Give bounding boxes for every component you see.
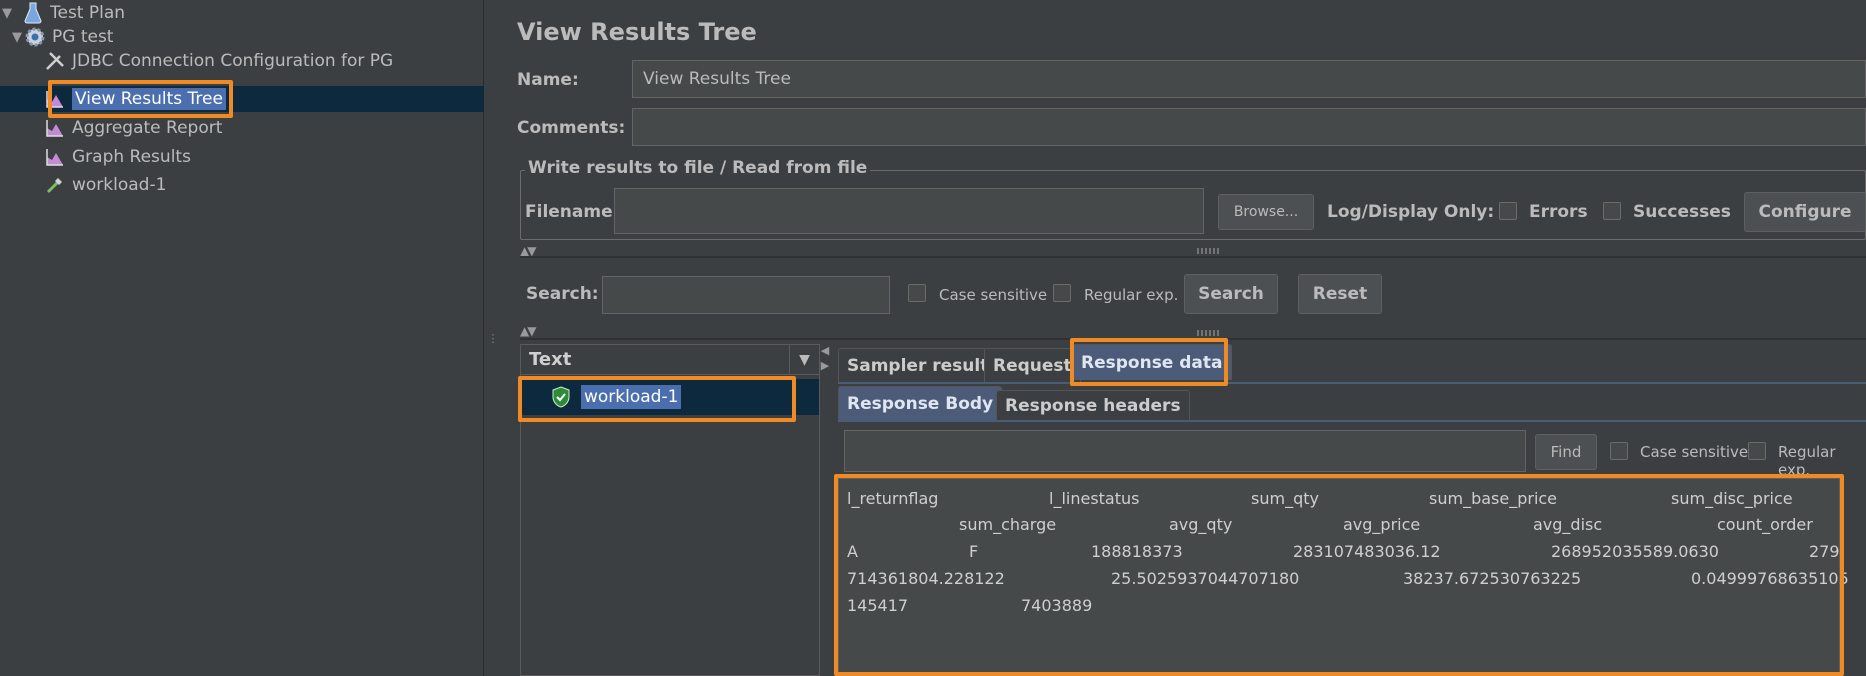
response-cell: count_order xyxy=(1717,515,1813,534)
tab-sampler-result[interactable]: Sampler result xyxy=(838,348,998,382)
flask-icon xyxy=(22,2,44,24)
divider xyxy=(520,256,1866,258)
response-cell: F xyxy=(969,542,979,561)
success-shield-icon xyxy=(549,385,573,409)
find-input[interactable] xyxy=(844,430,1526,472)
response-cell: A xyxy=(847,542,858,561)
regex-checkbox[interactable] xyxy=(1053,284,1071,302)
search-label: Search: xyxy=(526,284,599,304)
chart-icon xyxy=(44,117,66,139)
response-cell: sum_charge xyxy=(959,515,1057,534)
tab-response-body[interactable]: Response Body xyxy=(838,386,1003,420)
find-regex-checkbox[interactable] xyxy=(1748,442,1766,460)
tree-item-jdbc-config[interactable]: JDBC Connection Configuration for PG xyxy=(44,48,393,74)
tree-item-label: Test Plan xyxy=(50,3,126,23)
response-cell: l_returnflag xyxy=(847,489,939,508)
response-cell: avg_qty xyxy=(1169,515,1233,534)
panel-title: View Results Tree xyxy=(517,18,757,46)
errors-checkbox[interactable] xyxy=(1499,202,1517,220)
find-case-sensitive-label: Case sensitive xyxy=(1640,443,1749,461)
response-cell: 0.04999768635105 xyxy=(1691,569,1849,588)
collapse-arrows-icon[interactable]: ▲▼ xyxy=(520,324,537,338)
response-cell: sum_base_price xyxy=(1429,489,1558,508)
response-cell: sum_qty xyxy=(1251,489,1319,508)
comments-field[interactable] xyxy=(632,108,1866,146)
response-cell: 188818373 xyxy=(1091,542,1183,561)
chart-icon xyxy=(44,146,66,168)
regex-label: Regular exp. xyxy=(1084,286,1179,304)
filename-field[interactable] xyxy=(614,188,1204,234)
tab-request[interactable]: Request xyxy=(984,348,1081,382)
response-cell: 7403889 xyxy=(1021,596,1093,615)
find-case-sensitive-checkbox[interactable] xyxy=(1610,442,1628,460)
sample-result-list: Text ▼ workload-1 xyxy=(520,344,820,676)
test-plan-tree: ▼ Test Plan ▼ PG test JDBC Connection Co… xyxy=(0,0,484,676)
response-cell: 145417 xyxy=(847,596,909,615)
search-input[interactable] xyxy=(602,276,890,314)
response-cell: sum_disc_price xyxy=(1671,489,1793,508)
find-regex-label: Regular exp. xyxy=(1778,443,1836,479)
log-display-label: Log/Display Only: xyxy=(1327,202,1495,222)
case-sensitive-label: Case sensitive xyxy=(939,286,1048,304)
tree-item-label: workload-1 xyxy=(72,175,167,195)
response-cell: avg_price xyxy=(1343,515,1421,534)
search-button[interactable]: Search xyxy=(1184,274,1278,314)
splitter-grip-icon[interactable] xyxy=(1197,248,1219,254)
errors-label: Errors xyxy=(1529,202,1588,222)
tree-item-workload-1[interactable]: workload-1 xyxy=(44,172,166,198)
tree-item-label: View Results Tree xyxy=(72,88,226,110)
tree-item-label: JDBC Connection Configuration for PG xyxy=(72,51,394,71)
response-cell: 25.5025937044707180 xyxy=(1111,569,1300,588)
response-cell: 279 xyxy=(1809,542,1840,561)
vertical-splitter[interactable]: ⋮ xyxy=(486,0,500,676)
case-sensitive-checkbox[interactable] xyxy=(908,284,926,302)
pipette-icon xyxy=(44,174,66,196)
chart-icon xyxy=(44,88,66,110)
sample-label: workload-1 xyxy=(581,385,682,409)
wrench-icon xyxy=(44,50,66,72)
tree-item-pg-test[interactable]: ▼ PG test xyxy=(10,24,113,50)
response-cell: 714361804.228122 xyxy=(847,569,1005,588)
dropdown-arrow-icon[interactable]: ▼ xyxy=(789,345,819,375)
successes-label: Successes xyxy=(1633,202,1731,222)
tab-underline xyxy=(838,420,1866,422)
divider xyxy=(520,338,1866,340)
tab-response-data[interactable]: Response data xyxy=(1072,344,1232,380)
tree-item-label: Graph Results xyxy=(72,147,191,167)
tab-underline xyxy=(838,382,1866,384)
splitter-grip-icon[interactable] xyxy=(1197,330,1219,336)
response-cell: 283107483036.12 xyxy=(1293,542,1441,561)
comments-label: Comments: xyxy=(517,118,626,138)
sample-row[interactable]: workload-1 xyxy=(521,379,819,415)
reset-button[interactable]: Reset xyxy=(1298,274,1382,314)
expand-toggle-icon[interactable]: ▼ xyxy=(0,6,14,21)
response-cell: l_linestatus xyxy=(1049,489,1140,508)
name-field[interactable]: View Results Tree xyxy=(632,60,1866,98)
configure-button[interactable]: Configure xyxy=(1744,192,1866,232)
gear-icon xyxy=(24,26,46,48)
tree-item-graph-results[interactable]: Graph Results xyxy=(44,144,191,170)
successes-checkbox[interactable] xyxy=(1603,202,1621,220)
filename-label: Filename xyxy=(525,202,613,222)
tree-item-label: Aggregate Report xyxy=(72,118,223,138)
name-label: Name: xyxy=(517,70,579,90)
renderer-selector[interactable]: Text ▼ xyxy=(521,345,819,375)
response-cell: 268952035589.0630 xyxy=(1551,542,1719,561)
expand-toggle-icon[interactable]: ▼ xyxy=(10,30,24,45)
response-body-text[interactable]: l_returnflag l_linestatus sum_qty sum_ba… xyxy=(838,478,1849,674)
tree-item-test-plan[interactable]: ▼ Test Plan xyxy=(0,0,125,26)
browse-button[interactable]: Browse... xyxy=(1218,194,1314,230)
tree-item-view-results-tree[interactable]: View Results Tree xyxy=(0,86,484,112)
result-splitter[interactable]: ◀ ▶ xyxy=(820,344,830,676)
response-cell: avg_disc xyxy=(1533,515,1603,534)
tree-item-aggregate-report[interactable]: Aggregate Report xyxy=(44,115,222,141)
tree-item-label: PG test xyxy=(52,27,114,47)
find-button[interactable]: Find xyxy=(1535,434,1597,470)
file-group-title: Write results to file / Read from file xyxy=(525,158,871,178)
tab-response-headers[interactable]: Response headers xyxy=(996,390,1190,420)
response-cell: 38237.672530763225 xyxy=(1403,569,1582,588)
renderer-label: Text xyxy=(529,349,572,370)
